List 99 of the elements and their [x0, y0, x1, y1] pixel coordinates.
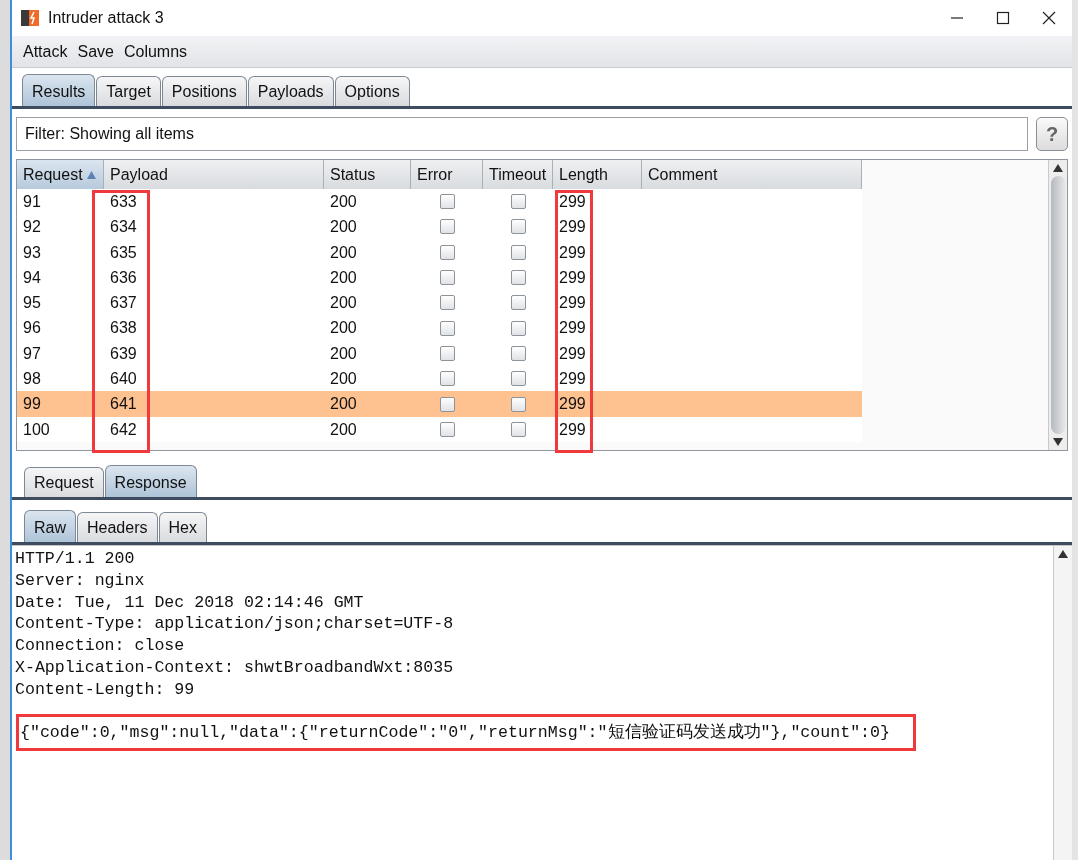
checkbox[interactable]	[439, 320, 455, 336]
table-cell-text: 200	[329, 192, 358, 212]
table-cell-text: 96	[22, 318, 42, 339]
response-line: Date: Tue, 11 Dec 2018 02:14:46 GMT	[15, 591, 365, 614]
checkbox[interactable]	[510, 270, 526, 286]
tab[interactable]: Hex	[158, 512, 207, 542]
table-cell-text: 200	[329, 419, 358, 440]
tab[interactable]: Request	[24, 467, 104, 497]
response-line: Server: nginx	[15, 569, 146, 592]
table-cell-text: 299	[558, 369, 587, 390]
app-icon	[20, 8, 40, 28]
checkbox[interactable]	[510, 345, 526, 361]
checkbox[interactable]	[439, 270, 455, 286]
table-cell-text: 635	[109, 242, 138, 263]
column-header[interactable]: Timeout	[483, 160, 553, 191]
column-header[interactable]: Payload	[104, 160, 324, 191]
response-body: {"code":0,"msg":null,"data":{"returnCode":"0","returnMsg":"短信验证码发送成功"},"count":0}	[20, 722, 890, 742]
table-cell-text: 97	[22, 343, 42, 364]
checkbox[interactable]	[510, 396, 526, 412]
response-line: Connection: close	[15, 635, 186, 657]
checkbox[interactable]	[439, 219, 455, 235]
checkbox[interactable]	[510, 371, 526, 387]
column-header[interactable]: Error	[411, 160, 483, 191]
response-line: X-Application-Context: shwtBroadbandWxt:8035	[15, 657, 455, 679]
filter-field[interactable]: Filter: Showing all items	[16, 117, 1028, 151]
response-line: HTTP/1.1 200	[15, 548, 136, 570]
table-cell-text: 642	[109, 419, 138, 440]
table-cell-text: 633	[109, 192, 138, 212]
table-cell-text: 200	[329, 267, 358, 288]
tab[interactable]: Target	[96, 76, 161, 106]
scrollbar[interactable]	[1048, 160, 1067, 450]
table-cell: 200	[324, 391, 411, 417]
table-cell: 99	[17, 391, 104, 417]
menu-item[interactable]: Save	[77, 39, 114, 64]
window-title: Intruder attack 3	[48, 8, 164, 28]
table-cell-text: 200	[329, 217, 358, 238]
checkbox[interactable]	[439, 371, 455, 387]
response-line: Content-Length: 99	[15, 678, 196, 701]
tab[interactable]: Positions	[161, 76, 247, 106]
checkbox[interactable]	[510, 244, 526, 260]
checkbox[interactable]	[510, 219, 526, 235]
checkbox[interactable]	[439, 194, 455, 210]
maximize-icon[interactable]	[996, 11, 1010, 25]
table-cell-text: 91	[22, 192, 42, 212]
tab[interactable]: Payloads	[247, 76, 334, 106]
table-cell-text: 299	[558, 267, 587, 288]
table-cell-text: 200	[329, 343, 358, 364]
scroll-down-icon[interactable]	[1053, 438, 1063, 446]
table-cell-text: 636	[109, 267, 138, 288]
column-header[interactable]: Comment	[642, 160, 862, 191]
table-cell-text: 92	[22, 217, 42, 238]
tab[interactable]: Response	[104, 465, 197, 497]
table-cell-text: 93	[22, 242, 42, 263]
table-cell-text: 640	[109, 369, 138, 390]
table-cell-text: 639	[109, 343, 138, 364]
checkbox[interactable]	[510, 194, 526, 210]
table-cell-text: 299	[558, 293, 587, 314]
table-cell-text: 299	[558, 318, 587, 339]
tab[interactable]: Headers	[77, 512, 158, 542]
table-cell-text: 94	[22, 267, 42, 288]
table-cell-text: 200	[329, 318, 358, 339]
tab[interactable]: Raw	[24, 510, 76, 542]
column-header[interactable]: Status	[324, 160, 411, 191]
table-cell-text: 200	[329, 242, 358, 263]
table-cell-text: 634	[109, 217, 138, 238]
response-line: Content-Type: application/json;charset=UTF-8	[15, 613, 455, 636]
table-cell: 299	[553, 391, 642, 417]
table-cell-text: 299	[558, 343, 587, 364]
checkbox[interactable]	[439, 295, 455, 311]
table-cell-text: 637	[109, 293, 138, 314]
checkbox[interactable]	[510, 320, 526, 336]
checkbox[interactable]	[439, 421, 455, 437]
table-cell-text: 299	[558, 192, 587, 212]
close-icon[interactable]	[1042, 11, 1056, 25]
table-cell-text: 299	[558, 217, 587, 238]
table-cell-text: 200	[329, 293, 358, 314]
table-cell-text: 100	[22, 419, 51, 440]
table-cell-text: 200	[329, 369, 358, 390]
menu-item[interactable]: Columns	[123, 39, 188, 64]
column-header[interactable]: Length	[553, 160, 642, 191]
checkbox[interactable]	[510, 295, 526, 311]
checkbox[interactable]	[510, 421, 526, 437]
scrollbar[interactable]	[1053, 546, 1072, 860]
menu-item[interactable]: Attack	[23, 39, 68, 64]
tab[interactable]: Options	[334, 76, 410, 106]
tab[interactable]: Results	[22, 74, 96, 106]
checkbox[interactable]	[439, 345, 455, 361]
table-cell-text: 95	[22, 293, 42, 314]
checkbox[interactable]	[439, 396, 455, 412]
table-cell-text: 98	[22, 369, 42, 390]
help-button[interactable]: ?	[1036, 117, 1068, 151]
column-header[interactable]: Request	[17, 160, 104, 191]
table-cell-text: 299	[558, 419, 587, 440]
table-cell-text: 299	[558, 242, 587, 263]
scroll-up-icon[interactable]	[1053, 164, 1063, 172]
scroll-up-icon[interactable]	[1058, 550, 1068, 558]
table-cell-text: 638	[109, 318, 138, 339]
checkbox[interactable]	[439, 244, 455, 260]
table-cell: 641	[104, 391, 324, 417]
